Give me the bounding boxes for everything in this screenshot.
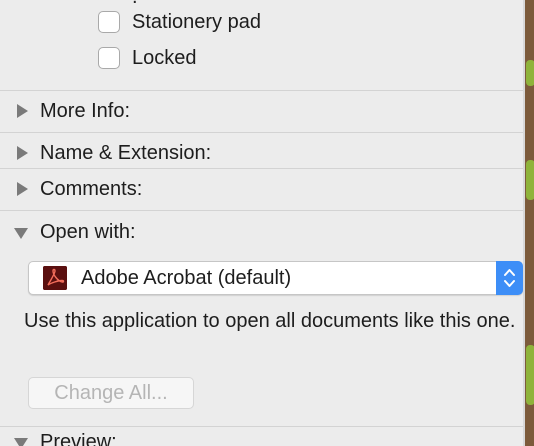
section-more-info-label: More Info:	[40, 99, 131, 122]
disclosure-triangle-down-icon[interactable]	[14, 437, 28, 446]
change-all-button[interactable]: Change All...	[28, 377, 194, 409]
chevron-up-down-icon	[504, 269, 515, 287]
window-edge	[523, 0, 525, 446]
section-comments[interactable]: Comments:	[14, 175, 142, 203]
stationery-pad-label: Stationery pad	[132, 10, 261, 33]
section-open-with[interactable]: Open with:	[14, 218, 136, 246]
get-info-panel: . Stationery pad Locked More Info: Name …	[0, 0, 523, 446]
open-with-description: Use this application to open all documen…	[24, 310, 516, 332]
open-with-app-popup[interactable]: Adobe Acrobat (default)	[28, 261, 523, 295]
stationery-pad-checkbox[interactable]	[98, 11, 120, 33]
section-preview-label: Preview:	[40, 430, 117, 446]
disclosure-triangle-down-icon[interactable]	[14, 227, 28, 239]
divider	[0, 426, 523, 427]
section-preview[interactable]: Preview:	[14, 428, 117, 446]
divider	[0, 210, 523, 211]
disclosure-triangle-right-icon[interactable]	[17, 104, 28, 118]
disclosure-triangle-right-icon[interactable]	[17, 182, 28, 196]
section-name-extension[interactable]: Name & Extension:	[14, 139, 211, 167]
section-more-info[interactable]: More Info:	[14, 97, 130, 125]
leaf-decoration	[526, 345, 534, 405]
section-name-extension-label: Name & Extension:	[40, 141, 212, 164]
locked-row[interactable]: Locked	[98, 44, 197, 72]
divider	[0, 168, 523, 169]
locked-label: Locked	[132, 46, 197, 69]
divider	[0, 132, 523, 133]
stationery-pad-row[interactable]: Stationery pad	[98, 8, 261, 36]
locked-checkbox[interactable]	[98, 47, 120, 69]
open-with-selected-app: Adobe Acrobat (default)	[81, 267, 292, 289]
disclosure-triangle-right-icon[interactable]	[17, 146, 28, 160]
adobe-acrobat-icon	[43, 266, 67, 290]
leaf-decoration	[526, 60, 534, 86]
section-comments-label: Comments:	[40, 177, 143, 200]
desktop-background-strip	[523, 0, 534, 446]
leaf-decoration	[526, 160, 534, 200]
section-open-with-label: Open with:	[40, 220, 136, 243]
divider	[0, 90, 523, 91]
popup-stepper[interactable]	[496, 261, 523, 295]
